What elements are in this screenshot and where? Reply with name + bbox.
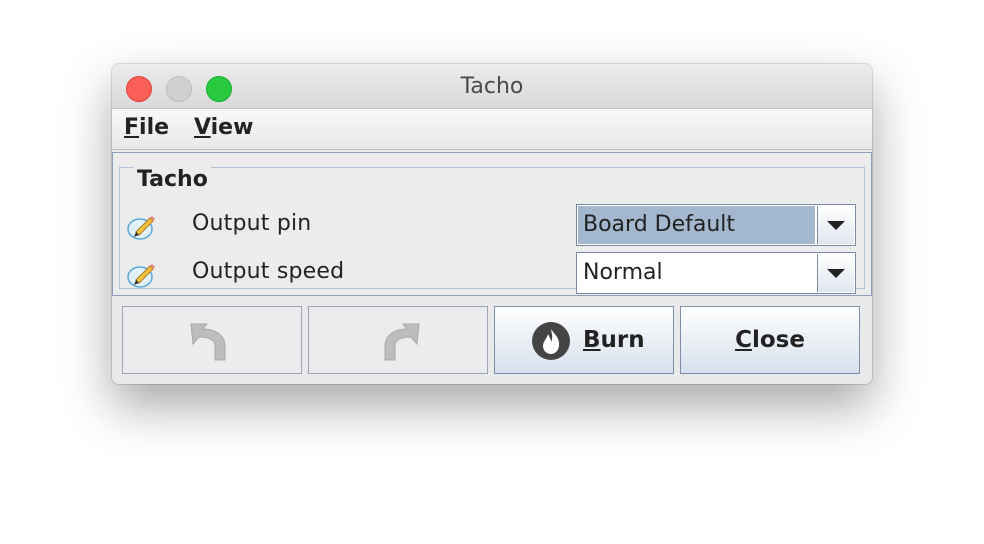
chevron-down-icon[interactable]	[817, 206, 854, 244]
settings-panel: Tacho Output pin Board Default Output sp…	[112, 152, 872, 296]
output-pin-row: Output pin Board Default	[120, 204, 864, 248]
menu-bar: File View	[112, 109, 872, 150]
redo-icon	[384, 323, 420, 361]
redo-button[interactable]	[308, 306, 488, 374]
burn-label: Burn	[583, 327, 645, 353]
title-bar[interactable]: Tacho	[112, 64, 872, 109]
undo-icon	[190, 323, 226, 361]
flame-icon	[532, 322, 570, 360]
output-pin-value: Board Default	[578, 206, 815, 244]
tacho-group: Tacho Output pin Board Default Output sp…	[119, 167, 865, 294]
group-title: Tacho	[134, 167, 211, 192]
tacho-window: Tacho File View Tacho Output pin Board D…	[112, 64, 872, 384]
edit-icon	[127, 216, 155, 240]
close-button[interactable]: Close	[680, 306, 860, 374]
output-pin-select[interactable]: Board Default	[576, 204, 856, 246]
undo-button[interactable]	[122, 306, 302, 374]
edit-icon	[127, 264, 155, 288]
output-speed-label: Output speed	[192, 259, 345, 284]
output-speed-select[interactable]: Normal	[576, 252, 856, 294]
output-speed-row: Output speed Normal	[120, 252, 864, 296]
close-label: Close	[735, 327, 805, 353]
menu-view[interactable]: View	[194, 115, 253, 140]
output-speed-value: Normal	[583, 260, 663, 285]
output-pin-label: Output pin	[192, 211, 312, 236]
window-title: Tacho	[460, 74, 524, 99]
burn-button[interactable]: Burn	[494, 306, 674, 374]
menu-file[interactable]: File	[124, 115, 169, 140]
button-bar: Burn Close	[112, 300, 872, 380]
chevron-down-icon[interactable]	[817, 254, 854, 292]
